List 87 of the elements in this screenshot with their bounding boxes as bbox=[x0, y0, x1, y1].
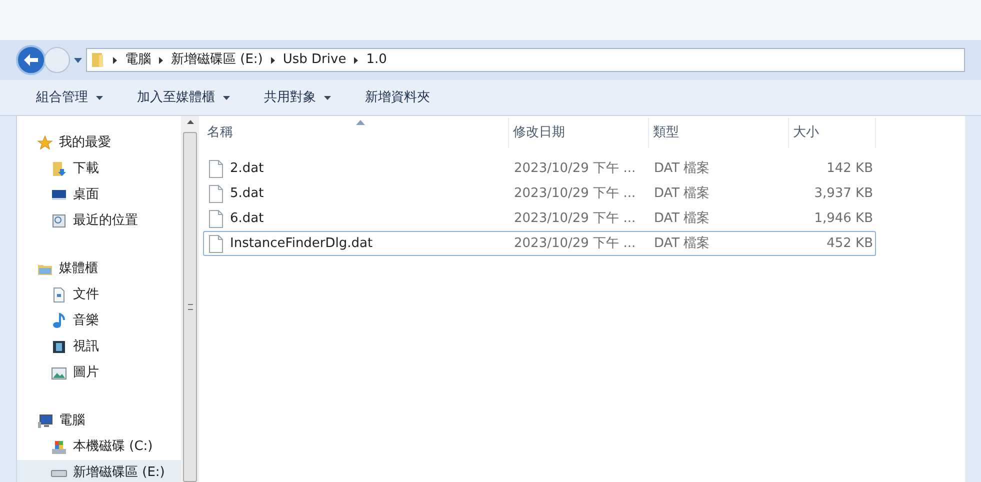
sidebar-item[interactable]: 本機磁碟 (C:) bbox=[17, 434, 181, 460]
folder-icon bbox=[91, 52, 105, 68]
toolbar-button[interactable]: 加入至媒體櫃 bbox=[137, 88, 230, 108]
sidebar-item-label: 文件 bbox=[73, 286, 99, 304]
file-row[interactable]: 2.dat 2023/10/29 下午 ... DAT 檔案 142 KB bbox=[203, 156, 876, 181]
breadcrumb-item[interactable]: 新增磁碟區 (E:) bbox=[171, 50, 263, 70]
file-type: DAT 檔案 bbox=[653, 160, 711, 178]
modified-date: 2023/10/29 下午 ... bbox=[513, 234, 637, 253]
file-row[interactable]: 5.dat 2023/10/29 下午 ... DAT 檔案 3,937 KB bbox=[203, 181, 876, 206]
file-name: 2.dat bbox=[230, 160, 264, 178]
sidebar-item[interactable]: 音樂 bbox=[17, 308, 181, 334]
folder-download-icon bbox=[51, 161, 67, 177]
chevron-right-icon bbox=[159, 56, 163, 64]
modified-date: 2023/10/29 下午 ... bbox=[513, 210, 637, 228]
sidebar-item[interactable]: 桌面 bbox=[17, 182, 181, 208]
file-size: 452 KB bbox=[826, 234, 874, 253]
picture-icon bbox=[51, 365, 67, 381]
recent-places-icon bbox=[51, 213, 67, 229]
film-icon bbox=[51, 339, 67, 355]
file-row[interactable]: 6.dat 2023/10/29 下午 ... DAT 檔案 1,946 KB bbox=[203, 206, 876, 231]
column-header[interactable]: 名稱 bbox=[203, 118, 509, 148]
scrollbar-thumb[interactable] bbox=[183, 132, 197, 482]
toolbar-button[interactable]: 新增資料夾 bbox=[365, 88, 430, 108]
chevron-right-icon bbox=[270, 56, 275, 64]
document-icon bbox=[51, 287, 67, 303]
dropdown-caret-icon bbox=[324, 96, 331, 100]
file-icon bbox=[209, 234, 223, 252]
modified-date: 2023/10/29 下午 ... bbox=[513, 184, 637, 203]
file-type: DAT 檔案 bbox=[653, 210, 711, 228]
sidebar-scrollbar[interactable] bbox=[181, 116, 199, 482]
sidebar-item[interactable]: 下載 bbox=[17, 156, 181, 182]
dropdown-caret-icon bbox=[223, 96, 230, 100]
toolbar-button[interactable]: 組合管理 bbox=[36, 88, 103, 108]
drive-icon bbox=[51, 470, 67, 476]
sidebar-item-label: 桌面 bbox=[73, 186, 99, 204]
sidebar-item-label: 新增磁碟區 (E:) bbox=[73, 464, 165, 482]
system-drive-icon bbox=[51, 439, 67, 455]
file-size: 142 KB bbox=[826, 160, 874, 178]
history-dropdown-icon bbox=[74, 58, 82, 62]
breadcrumb-item[interactable]: 1.0 bbox=[366, 50, 387, 70]
sidebar-item[interactable]: 最近的位置 bbox=[17, 208, 181, 234]
back-arrow-icon bbox=[24, 54, 38, 66]
file-icon bbox=[209, 210, 223, 228]
column-header[interactable]: 大小 bbox=[789, 118, 876, 148]
file-size: 1,946 KB bbox=[813, 210, 874, 228]
computer-icon bbox=[37, 413, 53, 429]
sidebar-group[interactable]: 電腦 bbox=[37, 408, 181, 434]
scroll-up-icon bbox=[186, 120, 194, 124]
star-icon bbox=[37, 135, 53, 151]
dropdown-caret-icon bbox=[96, 96, 103, 100]
file-size: 3,937 KB bbox=[813, 184, 874, 203]
file-icon bbox=[209, 160, 223, 178]
sidebar-item[interactable]: 圖片 bbox=[17, 360, 181, 386]
address-bar[interactable]: 電腦 新增磁碟區 (E:) Usb Drive 1.0 bbox=[86, 48, 965, 72]
music-note-icon bbox=[51, 313, 67, 329]
back-button[interactable] bbox=[16, 45, 46, 75]
sidebar-item-label: 下載 bbox=[73, 160, 99, 178]
sidebar-item-label: 音樂 bbox=[73, 312, 99, 330]
sidebar-item[interactable]: 視訊 bbox=[17, 334, 181, 360]
desktop-icon bbox=[51, 187, 67, 203]
file-row[interactable]: InstanceFinderDlg.dat 2023/10/29 下午 ... DAT 檔案 452 KB bbox=[203, 231, 876, 256]
sidebar-item-label: 圖片 bbox=[73, 364, 99, 382]
sidebar-group-label: 電腦 bbox=[59, 412, 85, 430]
sidebar-item-label: 視訊 bbox=[73, 338, 99, 356]
modified-date: 2023/10/29 下午 ... bbox=[513, 160, 637, 178]
sidebar-item-label: 最近的位置 bbox=[73, 212, 138, 230]
file-name: InstanceFinderDlg.dat bbox=[230, 234, 373, 253]
file-type: DAT 檔案 bbox=[653, 234, 711, 253]
breadcrumb-item[interactable]: Usb Drive bbox=[282, 50, 346, 70]
file-name: 5.dat bbox=[230, 184, 264, 203]
sidebar-group[interactable]: 我的最愛 bbox=[37, 130, 181, 156]
sidebar-group-label: 我的最愛 bbox=[59, 134, 111, 152]
chevron-right-icon bbox=[354, 56, 358, 64]
sidebar-item[interactable]: 新增磁碟區 (E:) bbox=[17, 460, 181, 482]
file-icon bbox=[209, 184, 223, 202]
sort-arrow-icon bbox=[356, 120, 364, 125]
file-name: 6.dat bbox=[230, 210, 264, 228]
sidebar-item-label: 本機磁碟 (C:) bbox=[73, 438, 153, 456]
file-type: DAT 檔案 bbox=[653, 184, 711, 203]
breadcrumb-item[interactable]: 電腦 bbox=[125, 50, 151, 70]
sidebar-item[interactable]: 文件 bbox=[17, 282, 181, 308]
sidebar-group[interactable]: 媒體櫃 bbox=[37, 256, 181, 282]
sidebar-group-label: 媒體櫃 bbox=[59, 260, 98, 278]
toolbar-button[interactable]: 共用對象 bbox=[264, 88, 331, 108]
column-header[interactable]: 類型 bbox=[649, 118, 789, 148]
column-header[interactable]: 修改日期 bbox=[509, 118, 649, 148]
chevron-right-icon bbox=[113, 56, 117, 64]
